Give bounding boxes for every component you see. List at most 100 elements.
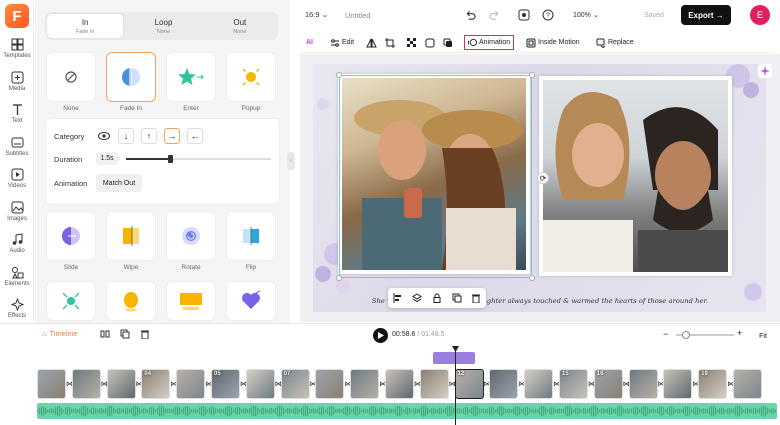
zoom-in-button[interactable]: +: [737, 328, 742, 338]
ai-button[interactable]: AI: [306, 35, 313, 50]
layer-button[interactable]: [443, 35, 453, 50]
play-button[interactable]: [373, 328, 388, 343]
rotate-handle[interactable]: ⟳: [537, 172, 549, 184]
preset-slide[interactable]: [46, 211, 96, 261]
direction-right-button[interactable]: →: [164, 128, 180, 144]
sidebar-item-images[interactable]: Images: [0, 201, 34, 231]
timeline-toggle[interactable]: ⌂ Timeline: [42, 329, 78, 338]
direction-up-button[interactable]: ↑: [141, 128, 157, 144]
timeline-clip[interactable]: [245, 369, 275, 399]
duration-value[interactable]: 1.5s: [96, 152, 118, 165]
preset-rotate[interactable]: [166, 211, 216, 261]
user-avatar[interactable]: E: [750, 5, 770, 25]
sidebar-item-subtitles[interactable]: Subtitles: [0, 136, 34, 166]
preset-popup[interactable]: [226, 52, 276, 102]
tab-out[interactable]: Out None: [202, 12, 278, 40]
resize-handle-tr[interactable]: [529, 72, 535, 78]
plugin-button[interactable]: [758, 64, 772, 78]
preset-wipe[interactable]: [106, 211, 156, 261]
tab-in[interactable]: In Fade In: [47, 14, 124, 38]
timeline-clip[interactable]: 15: [559, 369, 588, 399]
crop-button[interactable]: [385, 35, 395, 50]
screen-record-button[interactable]: [517, 8, 531, 22]
preset-heart[interactable]: [226, 281, 276, 321]
sidebar-item-audio[interactable]: Audio: [0, 233, 34, 263]
sidebar-item-text[interactable]: Text: [0, 103, 34, 133]
timeline-clip[interactable]: [176, 369, 206, 399]
panel-collapse-handle[interactable]: ‹: [287, 152, 295, 170]
sidebar-item-elements[interactable]: Elements: [0, 266, 34, 296]
timeline-clip[interactable]: 12: [454, 369, 484, 399]
resize-handle-br[interactable]: [529, 275, 535, 281]
undo-button[interactable]: [463, 8, 477, 22]
lock-icon[interactable]: [432, 293, 442, 303]
project-title[interactable]: Untitled: [345, 11, 370, 20]
timeline-clip[interactable]: 04: [141, 369, 171, 399]
timeline-clip[interactable]: [37, 369, 66, 399]
preset-flip[interactable]: [226, 211, 276, 261]
duration-slider-handle[interactable]: [167, 155, 173, 163]
aspect-ratio-select[interactable]: 16:9 ⌄: [305, 10, 328, 19]
layers-icon[interactable]: [412, 293, 423, 303]
flip-button[interactable]: [366, 35, 377, 50]
copy-icon[interactable]: [120, 329, 130, 339]
timeline-clip[interactable]: 16: [593, 369, 623, 399]
timeline-clip[interactable]: [419, 369, 449, 399]
timeline-clip[interactable]: [350, 369, 380, 399]
timeline-clip[interactable]: [733, 369, 762, 399]
zoom-slider-handle[interactable]: [682, 331, 690, 339]
timeline-clip[interactable]: [385, 369, 414, 399]
split-icon[interactable]: [100, 329, 110, 339]
sidebar-item-templates[interactable]: Templates: [0, 38, 34, 68]
inside-motion-button[interactable]: Inside Motion: [526, 35, 580, 50]
direction-left-button[interactable]: ←: [187, 128, 203, 144]
corner-button[interactable]: [425, 35, 435, 50]
duplicate-icon[interactable]: [452, 293, 462, 303]
edit-button[interactable]: Edit: [330, 35, 354, 50]
eye-toggle[interactable]: [96, 128, 112, 144]
timeline-clip[interactable]: 05: [211, 369, 240, 399]
app-logo[interactable]: F: [5, 4, 29, 28]
editor-app: F Templates Media Text Subtitles Videos Image…: [0, 0, 780, 425]
animation-button[interactable]: Animation: [464, 35, 515, 50]
sidebar-item-media[interactable]: Media: [0, 71, 34, 101]
fit-button[interactable]: Fit: [752, 329, 774, 343]
sidebar-item-videos[interactable]: Videos: [0, 168, 34, 198]
redo-button[interactable]: [487, 8, 501, 22]
timeline-clip[interactable]: [71, 369, 101, 399]
trash-icon[interactable]: [471, 293, 481, 303]
preset-fade-in[interactable]: [106, 52, 156, 102]
timeline-clip[interactable]: [524, 369, 554, 399]
preset-zoom[interactable]: [46, 281, 96, 321]
animation-marker[interactable]: [433, 352, 475, 364]
tab-loop[interactable]: Loop None: [125, 12, 201, 40]
trash-icon[interactable]: [140, 329, 150, 339]
timeline-clip[interactable]: 07: [280, 369, 310, 399]
timeline-clip[interactable]: [628, 369, 658, 399]
resize-handle-bl[interactable]: [336, 275, 342, 281]
timeline-clip[interactable]: [489, 369, 519, 399]
audio-track[interactable]: [37, 403, 777, 419]
align-icon[interactable]: [393, 293, 403, 303]
help-button[interactable]: ?: [541, 8, 555, 22]
transparency-button[interactable]: [407, 35, 417, 50]
preset-none[interactable]: [46, 52, 96, 102]
playhead[interactable]: [452, 346, 459, 425]
match-out-button[interactable]: Match Out: [96, 174, 142, 192]
photo-laughing-friends[interactable]: [539, 76, 732, 276]
zoom-select[interactable]: 100% ⌄: [573, 11, 599, 19]
zoom-out-button[interactable]: −: [663, 329, 668, 339]
export-button[interactable]: Export →: [681, 5, 731, 25]
timeline-clip[interactable]: 19: [698, 369, 728, 399]
replace-button[interactable]: Replace: [596, 35, 634, 50]
duration-slider[interactable]: [126, 155, 271, 163]
resize-handle-tl[interactable]: [336, 72, 342, 78]
preset-drop[interactable]: [166, 281, 216, 321]
timeline-clip[interactable]: [315, 369, 345, 399]
direction-down-button[interactable]: ↓: [118, 128, 134, 144]
timeline-zoom-slider[interactable]: [676, 331, 734, 339]
preset-bounce[interactable]: [106, 281, 156, 321]
timeline-clip[interactable]: [663, 369, 693, 399]
timeline-clip[interactable]: [106, 369, 136, 399]
preset-enter[interactable]: [166, 52, 216, 102]
